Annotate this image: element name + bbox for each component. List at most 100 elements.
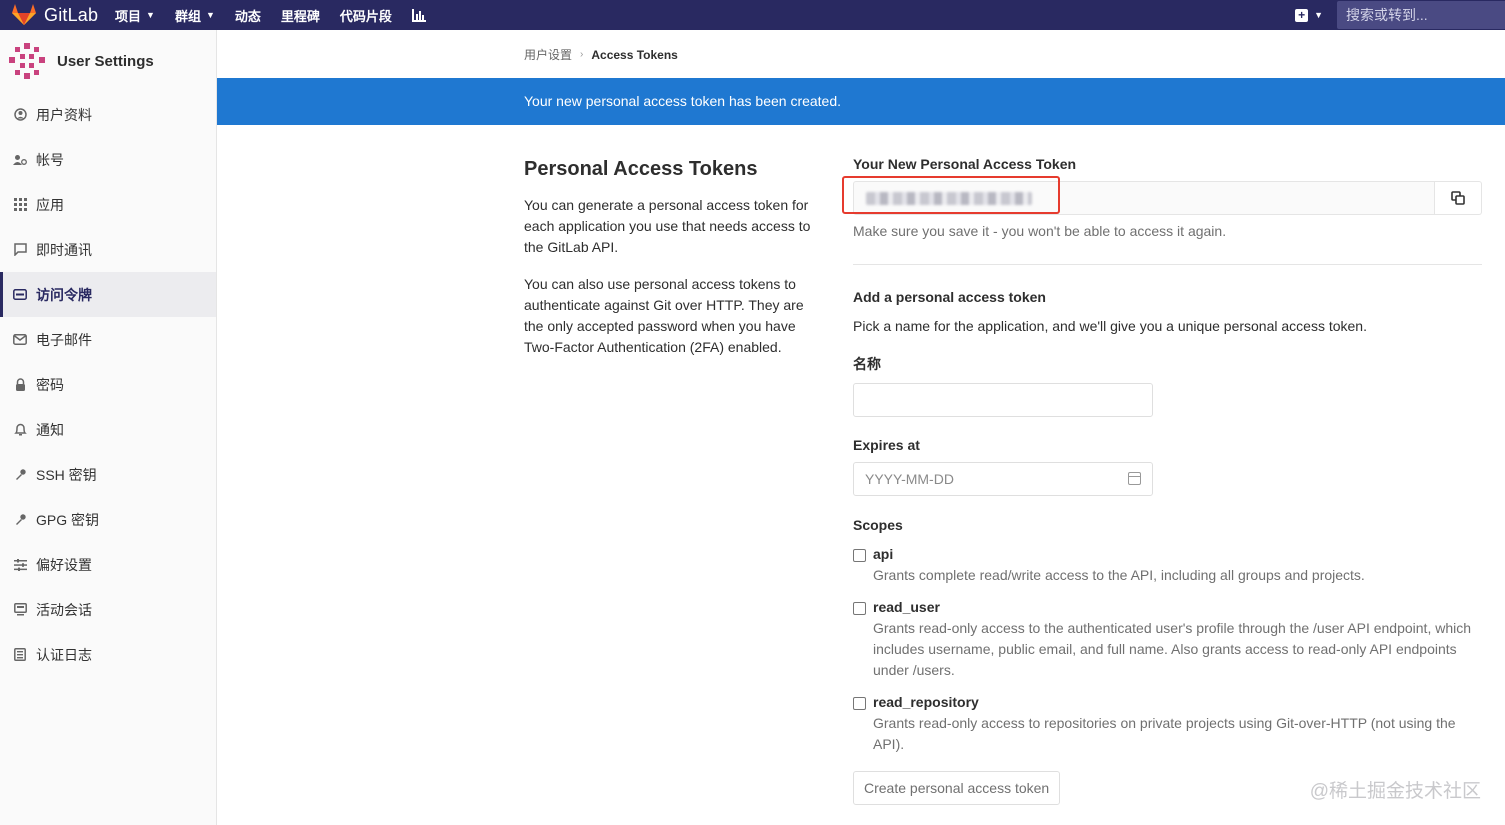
sidebar-header[interactable]: User Settings (0, 30, 216, 92)
new-token-row (842, 176, 1482, 215)
user-avatar-icon (9, 43, 45, 79)
sidebar-item-auth-log[interactable]: 认证日志 (0, 632, 216, 677)
monitor-icon (12, 602, 28, 618)
name-label: 名称 (853, 356, 881, 372)
new-token-help: Make sure you save it - you won't be abl… (853, 223, 1227, 239)
email-icon (12, 332, 28, 348)
copy-token-button[interactable] (1435, 181, 1482, 215)
scope-description: Grants read-only access to repositories … (873, 715, 1456, 752)
nav-activity[interactable]: 动态 (235, 6, 261, 25)
watermark: @稀土掘金技术社区 (1309, 781, 1481, 802)
sidebar-item-access-tokens[interactable]: 访问令牌 (0, 272, 216, 317)
copy-icon (1451, 191, 1465, 205)
brand-name: GitLab (44, 4, 99, 25)
search-input[interactable]: 搜索或转到... (1337, 1, 1505, 29)
key-icon (12, 467, 28, 483)
scope-name[interactable]: read_repository (873, 694, 1482, 710)
chevron-down-icon: ▼ (1314, 10, 1323, 20)
sidebar-item-label: 帐号 (36, 151, 64, 168)
scopes-label: Scopes (853, 517, 903, 533)
sidebar-item-active-sessions[interactable]: 活动会话 (0, 587, 216, 632)
breadcrumb-current[interactable]: Access Tokens (591, 48, 678, 62)
sidebar-item-label: 密码 (36, 376, 64, 393)
sidebar-item-chat[interactable]: 即时通讯 (0, 227, 216, 272)
calendar-icon[interactable] (1128, 472, 1141, 485)
plus-icon: + (1295, 8, 1309, 22)
chevron-down-icon: ▼ (146, 10, 155, 20)
log-icon (12, 647, 28, 663)
highlight-annotation (842, 176, 1060, 214)
expires-input[interactable]: YYYY-MM-DD (853, 462, 1153, 496)
sidebar-item-label: 用户资料 (36, 106, 92, 123)
add-token-description: Pick a name for the application, and we'… (853, 318, 1367, 334)
breadcrumb: 用户设置 › Access Tokens (524, 46, 678, 63)
chevron-right-icon: › (580, 49, 584, 60)
scope-read-user-checkbox[interactable] (853, 602, 866, 615)
info-column: Personal Access Tokens You can generate … (524, 158, 826, 374)
sidebar-item-label: 通知 (36, 421, 64, 438)
expires-label: Expires at (853, 437, 920, 453)
nav-milestones-label: 里程碑 (280, 8, 320, 24)
create-token-button[interactable]: Create personal access token (853, 771, 1061, 805)
sidebar-item-label: 即时通讯 (36, 241, 92, 258)
add-token-title: Add a personal access token (853, 289, 1046, 305)
page-title: Personal Access Tokens (524, 158, 758, 180)
scope-name[interactable]: api (873, 546, 1482, 562)
sidebar-item-label: 电子邮件 (36, 331, 92, 348)
chart-icon (411, 8, 426, 22)
new-item-dropdown[interactable]: + ▼ (1295, 8, 1323, 22)
name-input[interactable] (853, 383, 1153, 417)
applications-icon (12, 197, 28, 213)
preferences-icon (12, 557, 28, 573)
sidebar-title: User Settings (57, 52, 154, 70)
nav-activity-label: 动态 (234, 8, 261, 24)
settings-sidebar: User Settings 用户资料 帐号 应用 即时通讯 访问令牌 电子邮件 … (0, 30, 217, 825)
nav-snippets[interactable]: 代码片段 (340, 6, 392, 25)
nav-groups-label: 群组 (174, 8, 201, 24)
sidebar-item-profile[interactable]: 用户资料 (0, 92, 216, 137)
bell-icon (12, 422, 28, 438)
info-paragraph-2: You can also use personal access tokens … (524, 276, 804, 355)
sidebar-item-applications[interactable]: 应用 (0, 182, 216, 227)
expires-placeholder: YYYY-MM-DD (865, 471, 954, 487)
scope-read-repository-checkbox[interactable] (853, 697, 866, 710)
scope-name[interactable]: read_user (873, 599, 1482, 615)
sidebar-item-gpg-keys[interactable]: GPG 密钥 (0, 497, 216, 542)
sidebar-item-ssh-keys[interactable]: SSH 密钥 (0, 452, 216, 497)
nav-projects[interactable]: 项目 ▼ (115, 6, 155, 25)
sidebar-item-label: GPG 密钥 (36, 511, 100, 528)
chevron-down-icon: ▼ (205, 10, 215, 20)
flash-notice: Your new personal access token has been … (217, 78, 1505, 125)
divider (853, 264, 1482, 265)
top-navbar: GitLab 项目 ▼ 群组 ▼ 动态 里程碑 代码片段 + ▼ 搜索或转到..… (0, 0, 1505, 30)
sidebar-item-label: 访问令牌 (36, 286, 92, 303)
profile-icon (12, 107, 28, 123)
sidebar-item-label: 认证日志 (36, 646, 92, 663)
scope-description: Grants complete read/write access to the… (873, 567, 1365, 583)
new-token-field[interactable] (842, 176, 1435, 215)
sidebar-item-account[interactable]: 帐号 (0, 137, 216, 182)
scope-api-checkbox[interactable] (853, 549, 866, 562)
token-icon (12, 287, 28, 303)
lock-icon (12, 377, 28, 393)
sidebar-item-emails[interactable]: 电子邮件 (0, 317, 216, 362)
scope-description: Grants read-only access to the authentic… (873, 620, 1472, 678)
sidebar-item-label: SSH 密钥 (36, 466, 97, 483)
sidebar-item-password[interactable]: 密码 (0, 362, 216, 407)
nav-snippets-label: 代码片段 (339, 8, 392, 24)
nav-milestones[interactable]: 里程碑 (281, 6, 320, 25)
gitlab-logo-icon (12, 4, 36, 25)
gitlab-home-link[interactable]: GitLab (0, 0, 115, 30)
scope-read-repository: read_repository Grants read-only access … (853, 694, 1482, 755)
token-form: Your New Personal Access Token Make sure… (842, 156, 1482, 805)
nav-groups[interactable]: 群组 ▼ (175, 6, 215, 25)
breadcrumb-parent[interactable]: 用户设置 (524, 46, 572, 63)
sidebar-item-notifications[interactable]: 通知 (0, 407, 216, 452)
account-icon (12, 152, 28, 168)
sidebar-item-label: 偏好设置 (36, 556, 92, 573)
nav-chart[interactable] (411, 8, 426, 22)
sidebar-item-label: 应用 (36, 196, 64, 213)
scope-api: api Grants complete read/write access to… (853, 546, 1482, 586)
sidebar-item-preferences[interactable]: 偏好设置 (0, 542, 216, 587)
sidebar-item-label: 活动会话 (36, 601, 92, 618)
